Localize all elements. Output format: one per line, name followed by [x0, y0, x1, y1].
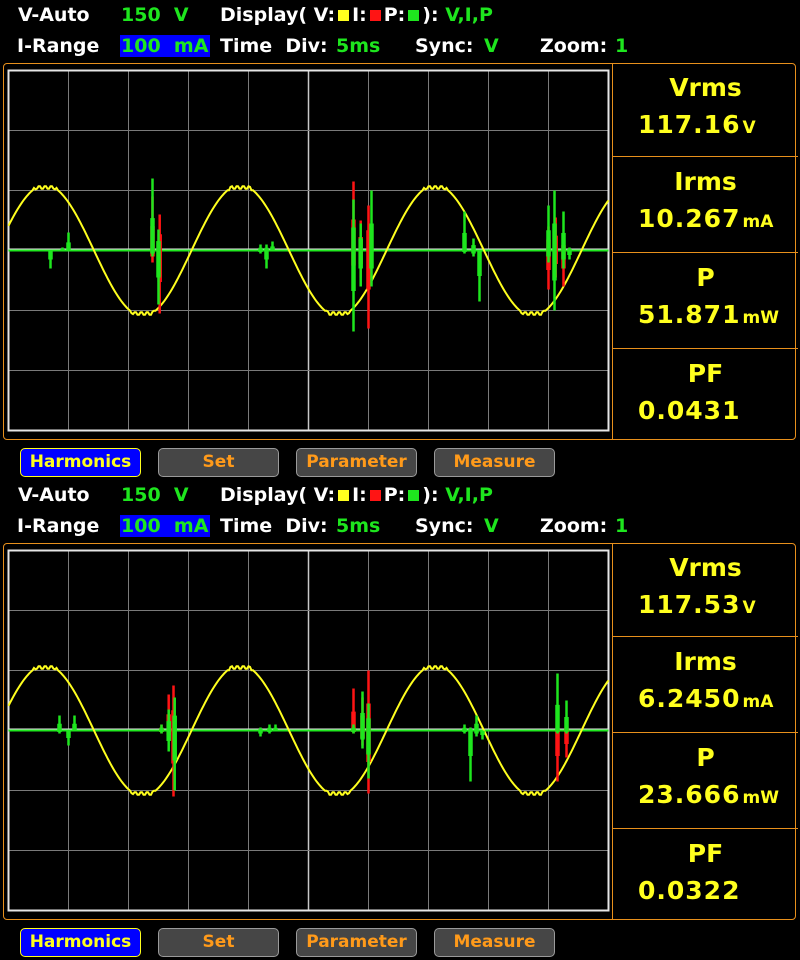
time-div-label: Time Div: — [220, 35, 328, 57]
readout-column: Vrms 117.16 V Irms 10.267 mA P 51.871 mW PF… — [612, 63, 798, 440]
sync-label: Sync: — [415, 515, 474, 537]
readout-label: Irms — [674, 167, 737, 196]
vrms-value: 117.53 — [638, 590, 741, 619]
readout-irms: Irms 6.2450 mA — [612, 636, 798, 732]
readout-label: Vrms — [669, 73, 742, 102]
readout-value: 6.2450 mA — [638, 683, 773, 718]
time-div-value[interactable]: 5ms — [336, 35, 380, 57]
meter-panel-2: V-Auto 150 V Display( V: I: P:): V,I,P I-R… — [0, 480, 800, 960]
meter-panel-1: V-Auto 150 V Display( V: I: P:): V,I,P I-R… — [0, 0, 800, 480]
current-color-swatch-icon — [369, 9, 381, 21]
display-p-label: P: — [383, 484, 406, 506]
zoom-label: Zoom: — [540, 35, 608, 57]
readout-value: 117.16 V — [638, 109, 756, 144]
display-i-label: I: — [352, 484, 367, 506]
power-value: 23.666 — [638, 780, 741, 809]
power-value: 51.871 — [638, 300, 741, 329]
harmonics-button[interactable]: Harmonics — [20, 928, 141, 957]
readout-label: PF — [687, 359, 724, 388]
irms-unit: mA — [742, 692, 774, 712]
current-color-swatch-icon — [369, 489, 381, 501]
i-range-value[interactable]: 100 mA — [120, 35, 211, 57]
measure-button[interactable]: Measure — [434, 448, 555, 477]
vrms-unit: V — [742, 118, 756, 138]
display-legend: Display( V: I: P:): V,I,P — [220, 4, 493, 26]
zoom-value[interactable]: 1 — [615, 35, 628, 57]
display-p-label: P: — [383, 4, 406, 26]
readout-value: 10.267 mA — [638, 203, 773, 238]
pf-value: 0.0431 — [638, 396, 741, 425]
parameter-button[interactable]: Parameter — [296, 928, 417, 957]
readout-label: PF — [687, 839, 724, 868]
sync-label: Sync: — [415, 35, 474, 57]
v-mode-label: V-Auto — [18, 4, 90, 26]
time-div-label: Time Div: — [220, 515, 328, 537]
waveform-scope — [7, 69, 610, 432]
display-close: ): — [422, 4, 439, 26]
irms-value: 10.267 — [638, 204, 741, 233]
readout-irms: Irms 10.267 mA — [612, 156, 798, 252]
readout-value: 0.0322 — [638, 875, 742, 910]
measure-button[interactable]: Measure — [434, 928, 555, 957]
display-value[interactable]: V,I,P — [445, 484, 493, 506]
vrms-unit: V — [742, 598, 756, 618]
parameter-button[interactable]: Parameter — [296, 448, 417, 477]
pf-value: 0.0322 — [638, 876, 741, 905]
readout-value: 23.666 mW — [638, 779, 779, 814]
power-color-swatch-icon — [408, 9, 420, 21]
time-div-value[interactable]: 5ms — [336, 515, 380, 537]
sync-value[interactable]: V — [484, 35, 499, 57]
vrms-value: 117.16 — [638, 110, 741, 139]
i-range-value[interactable]: 100 mA — [120, 515, 211, 537]
readout-label: P — [696, 743, 715, 772]
display-legend: Display( V: I: P:): V,I,P — [220, 484, 493, 506]
display-i-label: I: — [352, 4, 367, 26]
power-unit: mW — [742, 788, 779, 808]
readout-label: Vrms — [669, 553, 742, 582]
readout-value: 117.53 V — [638, 589, 756, 624]
readout-label: Irms — [674, 647, 737, 676]
power-color-swatch-icon — [408, 489, 420, 501]
irms-value: 6.2450 — [638, 684, 741, 713]
v-mode-label: V-Auto — [18, 484, 90, 506]
readout-label: P — [696, 263, 715, 292]
v-range-value[interactable]: 150 V — [121, 484, 189, 506]
readout-vrms: Vrms 117.53 V — [612, 543, 798, 639]
readout-vrms: Vrms 117.16 V — [612, 63, 798, 159]
readout-power: P 51.871 mW — [612, 252, 798, 348]
irms-unit: mA — [742, 212, 774, 232]
set-button[interactable]: Set — [158, 928, 279, 957]
zoom-label: Zoom: — [540, 515, 608, 537]
voltage-color-swatch-icon — [338, 489, 350, 501]
readout-value: 0.0431 — [638, 395, 742, 430]
readout-power: P 23.666 mW — [612, 732, 798, 828]
set-button[interactable]: Set — [158, 448, 279, 477]
readout-pf: PF 0.0322 — [612, 828, 798, 920]
readout-column: Vrms 117.53 V Irms 6.2450 mA P 23.666 mW PF… — [612, 543, 798, 920]
i-range-label: I-Range — [17, 35, 100, 57]
zoom-value[interactable]: 1 — [615, 515, 628, 537]
display-close: ): — [422, 484, 439, 506]
display-value[interactable]: V,I,P — [445, 4, 493, 26]
sync-value[interactable]: V — [484, 515, 499, 537]
power-unit: mW — [742, 308, 779, 328]
harmonics-button[interactable]: Harmonics — [20, 448, 141, 477]
i-range-label: I-Range — [17, 515, 100, 537]
waveform-scope — [7, 549, 610, 912]
display-label: Display( V: — [220, 484, 336, 506]
readout-pf: PF 0.0431 — [612, 348, 798, 440]
display-label: Display( V: — [220, 4, 336, 26]
readout-value: 51.871 mW — [638, 299, 779, 334]
v-range-value[interactable]: 150 V — [121, 4, 189, 26]
voltage-color-swatch-icon — [338, 9, 350, 21]
